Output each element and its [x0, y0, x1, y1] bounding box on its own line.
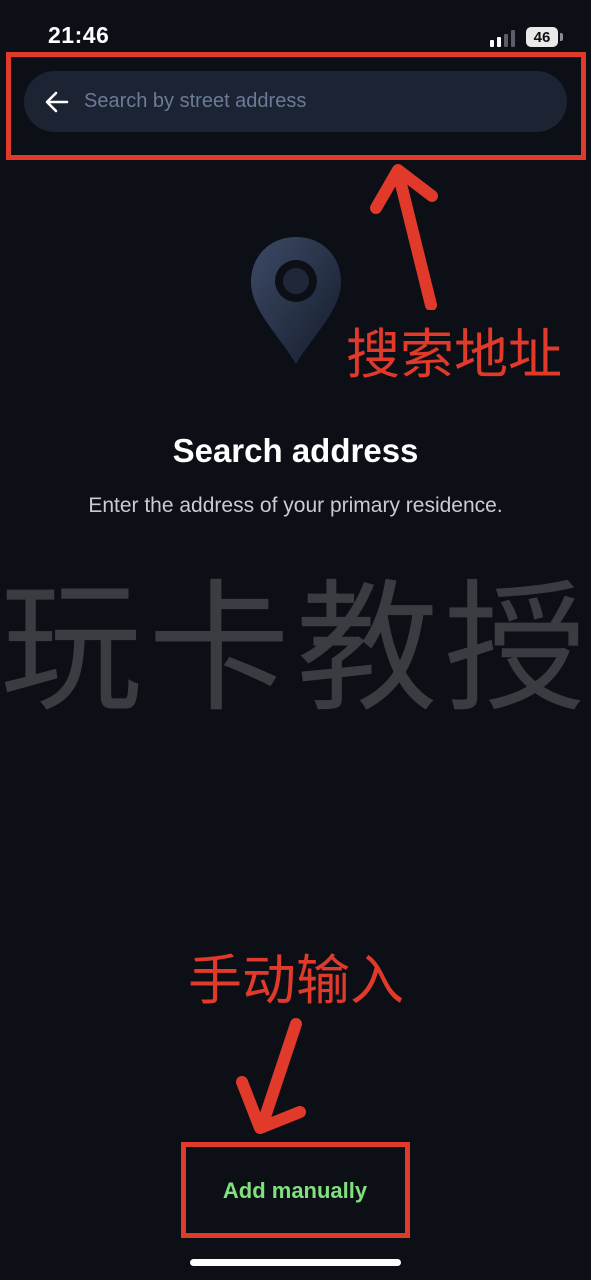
- home-indicator: [190, 1259, 401, 1266]
- annotation-manual-label: 手动输入: [188, 949, 404, 1012]
- status-time: 21:46: [48, 22, 110, 48]
- signal-bars-icon: [490, 30, 515, 47]
- battery-level: 46: [526, 27, 558, 47]
- annotation-arrow-up-icon: [370, 164, 438, 310]
- page-subtitle: Enter the address of your primary reside…: [88, 494, 503, 517]
- watermark: 玩卡教授: [0, 567, 591, 732]
- annotation-search-label: 搜索地址: [346, 323, 562, 386]
- annotation-arrow-down-icon: [236, 1018, 306, 1134]
- annotation-box-manual: [181, 1142, 410, 1238]
- page-title: Search address: [172, 432, 419, 469]
- battery-tip: [560, 33, 563, 41]
- annotation-box-search: [6, 52, 586, 160]
- map-pin-icon: [251, 237, 341, 364]
